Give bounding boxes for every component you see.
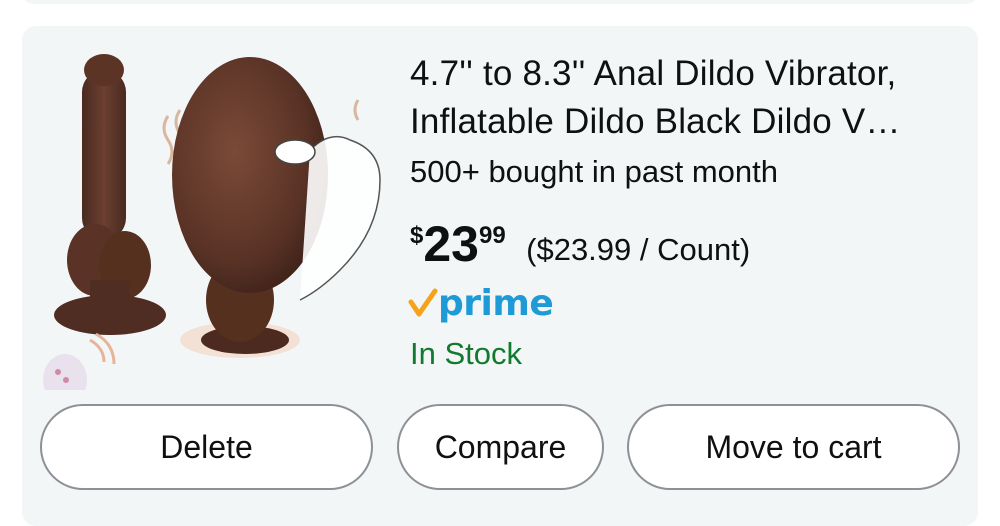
prime-badge: prime — [408, 280, 554, 326]
unit-price: ($23.99 / Count) — [526, 232, 751, 267]
product-photo-icon — [43, 54, 381, 406]
title-line-2: Inflatable Dildo Black Dildo V… — [410, 102, 901, 141]
product-title[interactable]: 4.7'' to 8.3'' Anal Dildo Vibrator, Infl… — [410, 50, 965, 146]
price-fraction: 99 — [478, 222, 506, 249]
move-to-cart-button[interactable]: Move to cart — [627, 404, 960, 490]
prime-label: prime — [438, 282, 554, 324]
delete-button[interactable]: Delete — [40, 404, 373, 490]
prime-check-icon — [408, 288, 438, 317]
price-whole: 23 — [423, 216, 479, 272]
price: $2399 ($23.99 / Count) — [410, 214, 750, 274]
price-currency: $ — [410, 222, 424, 249]
compare-button[interactable]: Compare — [397, 404, 604, 490]
bought-count: 500+ bought in past month — [410, 154, 778, 189]
title-line-1: 4.7'' to 8.3'' Anal Dildo Vibrator, — [410, 54, 897, 93]
stock-status: In Stock — [410, 336, 522, 371]
previous-card — [22, 0, 978, 4]
product-image[interactable] — [40, 40, 385, 406]
